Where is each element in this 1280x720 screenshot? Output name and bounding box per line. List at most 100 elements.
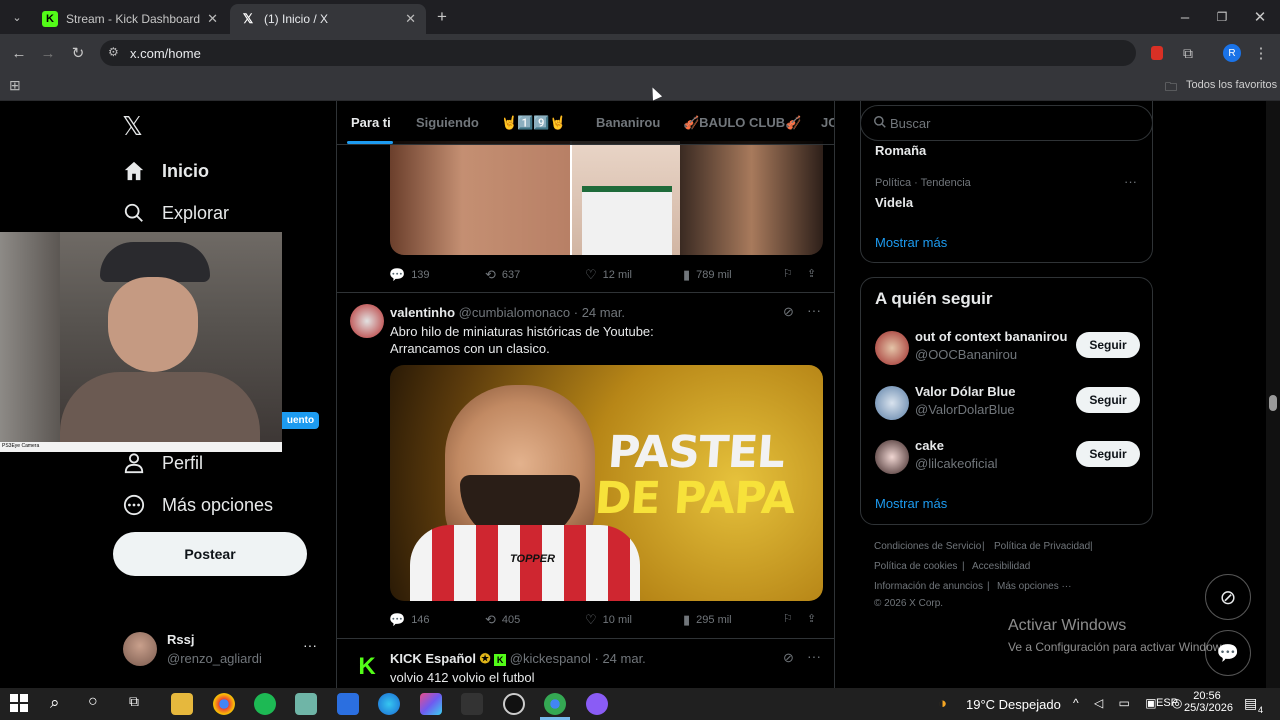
reply-button[interactable]: 💬 146 [389,612,430,628]
grok-icon[interactable]: ⊘ [783,304,794,320]
follow-suggestion[interactable]: out of context bananirou @OOCBananirou S… [861,326,1154,376]
chrome-active-icon[interactable] [544,693,566,715]
window-close-icon[interactable]: ✕ [1249,6,1271,28]
tweet-handle[interactable]: @kickespanol [510,651,591,666]
follow-suggestion[interactable]: Valor Dólar Blue @ValorDolarBlue Seguir [861,381,1154,431]
repost-button[interactable]: ⟲ 637 [485,267,520,283]
reload-icon[interactable]: ↻ [67,42,89,64]
kick-avatar[interactable]: K [350,650,384,684]
grok-button[interactable]: ⊘ [1205,574,1251,620]
views-button[interactable]: ▮ 295 mil [683,612,732,628]
footer-ads[interactable]: Información de anuncios [874,581,983,592]
more-icon[interactable]: ··· [807,302,821,318]
nav-explore[interactable]: Explorar [122,201,229,225]
notes-icon[interactable] [337,693,359,715]
footer-terms[interactable]: Condiciones de Servicio [874,541,981,552]
trend-name[interactable]: Videla [875,195,913,210]
avatar[interactable] [350,304,384,338]
language-indicator[interactable]: ESP [1156,697,1178,709]
more-icon[interactable]: ··· [1124,174,1137,189]
tab-siguiendo[interactable]: Siguiendo [416,115,479,130]
share-icon[interactable]: ⇪ [807,267,816,280]
forward-icon[interactable]: → [37,42,59,64]
app-icon[interactable] [461,693,483,715]
weather-icon[interactable]: ◑ [938,695,947,712]
edge-icon[interactable] [378,693,400,715]
like-button[interactable]: ♡ 12 mil [585,267,632,283]
tweet-author[interactable]: valentinho [390,305,455,320]
close-icon[interactable]: ✕ [405,11,416,27]
nav-profile[interactable]: Perfil [122,451,203,475]
grok-icon[interactable]: ⊘ [783,650,794,666]
bookmark-icon[interactable]: ⚐ [783,612,793,625]
spotify-icon[interactable] [254,693,276,715]
menu-icon[interactable]: ⋮ [1250,42,1272,64]
tweet-media[interactable]: TOPPER PASTEL DE PAPA [390,365,823,601]
follow-button[interactable]: Seguir [1076,387,1140,413]
tab-jo[interactable]: JO [821,115,834,130]
follow-button[interactable]: Seguir [1076,332,1140,358]
search-icon[interactable]: ⌕ [50,693,72,715]
tab-x-home[interactable]: 𝕏 (1) Inicio / X ✕ [230,4,426,34]
obs-icon[interactable] [503,693,525,715]
tweet-author[interactable]: KICK Español [390,651,476,666]
more-icon[interactable]: ··· [807,648,821,664]
follow-button[interactable]: Seguir [1076,441,1140,467]
tweet-date[interactable]: · 24 mar. [574,305,625,320]
minimize-icon[interactable]: – [1174,6,1196,28]
close-icon[interactable]: ✕ [207,11,218,27]
footer-cookies[interactable]: Política de cookies [874,561,957,572]
like-button[interactable]: ♡ 10 mil [585,612,632,628]
tab-para-ti[interactable]: Para ti [351,115,391,130]
show-more-link[interactable]: Mostrar más [875,496,947,511]
profile-avatar[interactable]: R [1221,42,1243,64]
x-logo[interactable]: 𝕏 [122,111,143,142]
new-tab-icon[interactable]: + [431,6,453,28]
footer-accessibility[interactable]: Accesibilidad [972,561,1030,572]
task-view-icon[interactable]: ⧉ [129,693,151,715]
tweet-date[interactable]: · 24 mar. [595,651,646,666]
maximize-icon[interactable]: ❐ [1211,6,1233,28]
account-switcher[interactable]: Rssj @renzo_agliardi ··· [113,625,325,675]
reply-button[interactable]: 💬 139 [389,267,430,283]
chrome-icon[interactable] [213,693,235,715]
tab-bananirou[interactable]: Bananirou [596,115,660,130]
app-icon[interactable] [295,693,317,715]
avatar[interactable] [875,386,909,420]
cortana-icon[interactable]: ○ [88,693,110,715]
avatar[interactable] [875,331,909,365]
scrollbar-thumb[interactable] [1269,395,1277,411]
trend-name[interactable]: Romaña [875,143,926,158]
back-icon[interactable]: ← [8,42,30,64]
file-explorer-icon[interactable] [171,693,193,715]
follow-suggestion[interactable]: cake @lilcakeoficial Seguir [861,435,1154,485]
footer-privacy[interactable]: Política de Privacidad [994,541,1090,552]
discord-icon[interactable] [586,693,608,715]
scrollbar[interactable] [1266,101,1280,688]
tweet-media[interactable] [390,141,823,255]
tab-kick-dashboard[interactable]: K Stream - Kick Dashboard ✕ [32,4,228,34]
repost-button[interactable]: ⟲ 405 [485,612,520,628]
site-info-icon[interactable]: ⚙ [108,45,119,59]
show-more-link[interactable]: Mostrar más [875,235,947,250]
tweet[interactable]: K KICK Español ✪ K @kickespanol · 24 mar… [337,639,834,688]
apps-grid-icon[interactable]: ⊞ [9,77,21,94]
tweet-handle[interactable]: @cumbialomonaco [459,305,570,320]
all-bookmarks-link[interactable]: Todos los favoritos [1186,79,1277,91]
views-button[interactable]: ▮ 789 mil [683,267,732,283]
extension-red-icon[interactable] [1146,42,1168,64]
share-icon[interactable]: ⇪ [807,612,816,625]
weather-text[interactable]: 19°C Despejado [966,697,1061,712]
avatar[interactable] [875,440,909,474]
post-button[interactable]: Postear [113,532,307,576]
footer-more[interactable]: Más opciones ··· [997,581,1071,592]
windows-start-icon[interactable] [9,693,31,715]
tweet[interactable]: valentinho @cumbialomonaco · 24 mar. ⊘ ·… [337,293,834,638]
tab-search-icon[interactable]: ⌄ [6,6,28,28]
tab-list-19[interactable]: 🤘1️⃣9️⃣🤘 [501,115,566,131]
notifications-icon[interactable]: ▤ [1244,695,1257,712]
bookmark-icon[interactable]: ⚐ [783,267,793,280]
tab-baulo-club[interactable]: 🎻BAULO CLUB🎻 [683,115,801,131]
nav-more[interactable]: Más opciones [122,493,273,517]
nav-home[interactable]: Inicio [122,159,209,183]
